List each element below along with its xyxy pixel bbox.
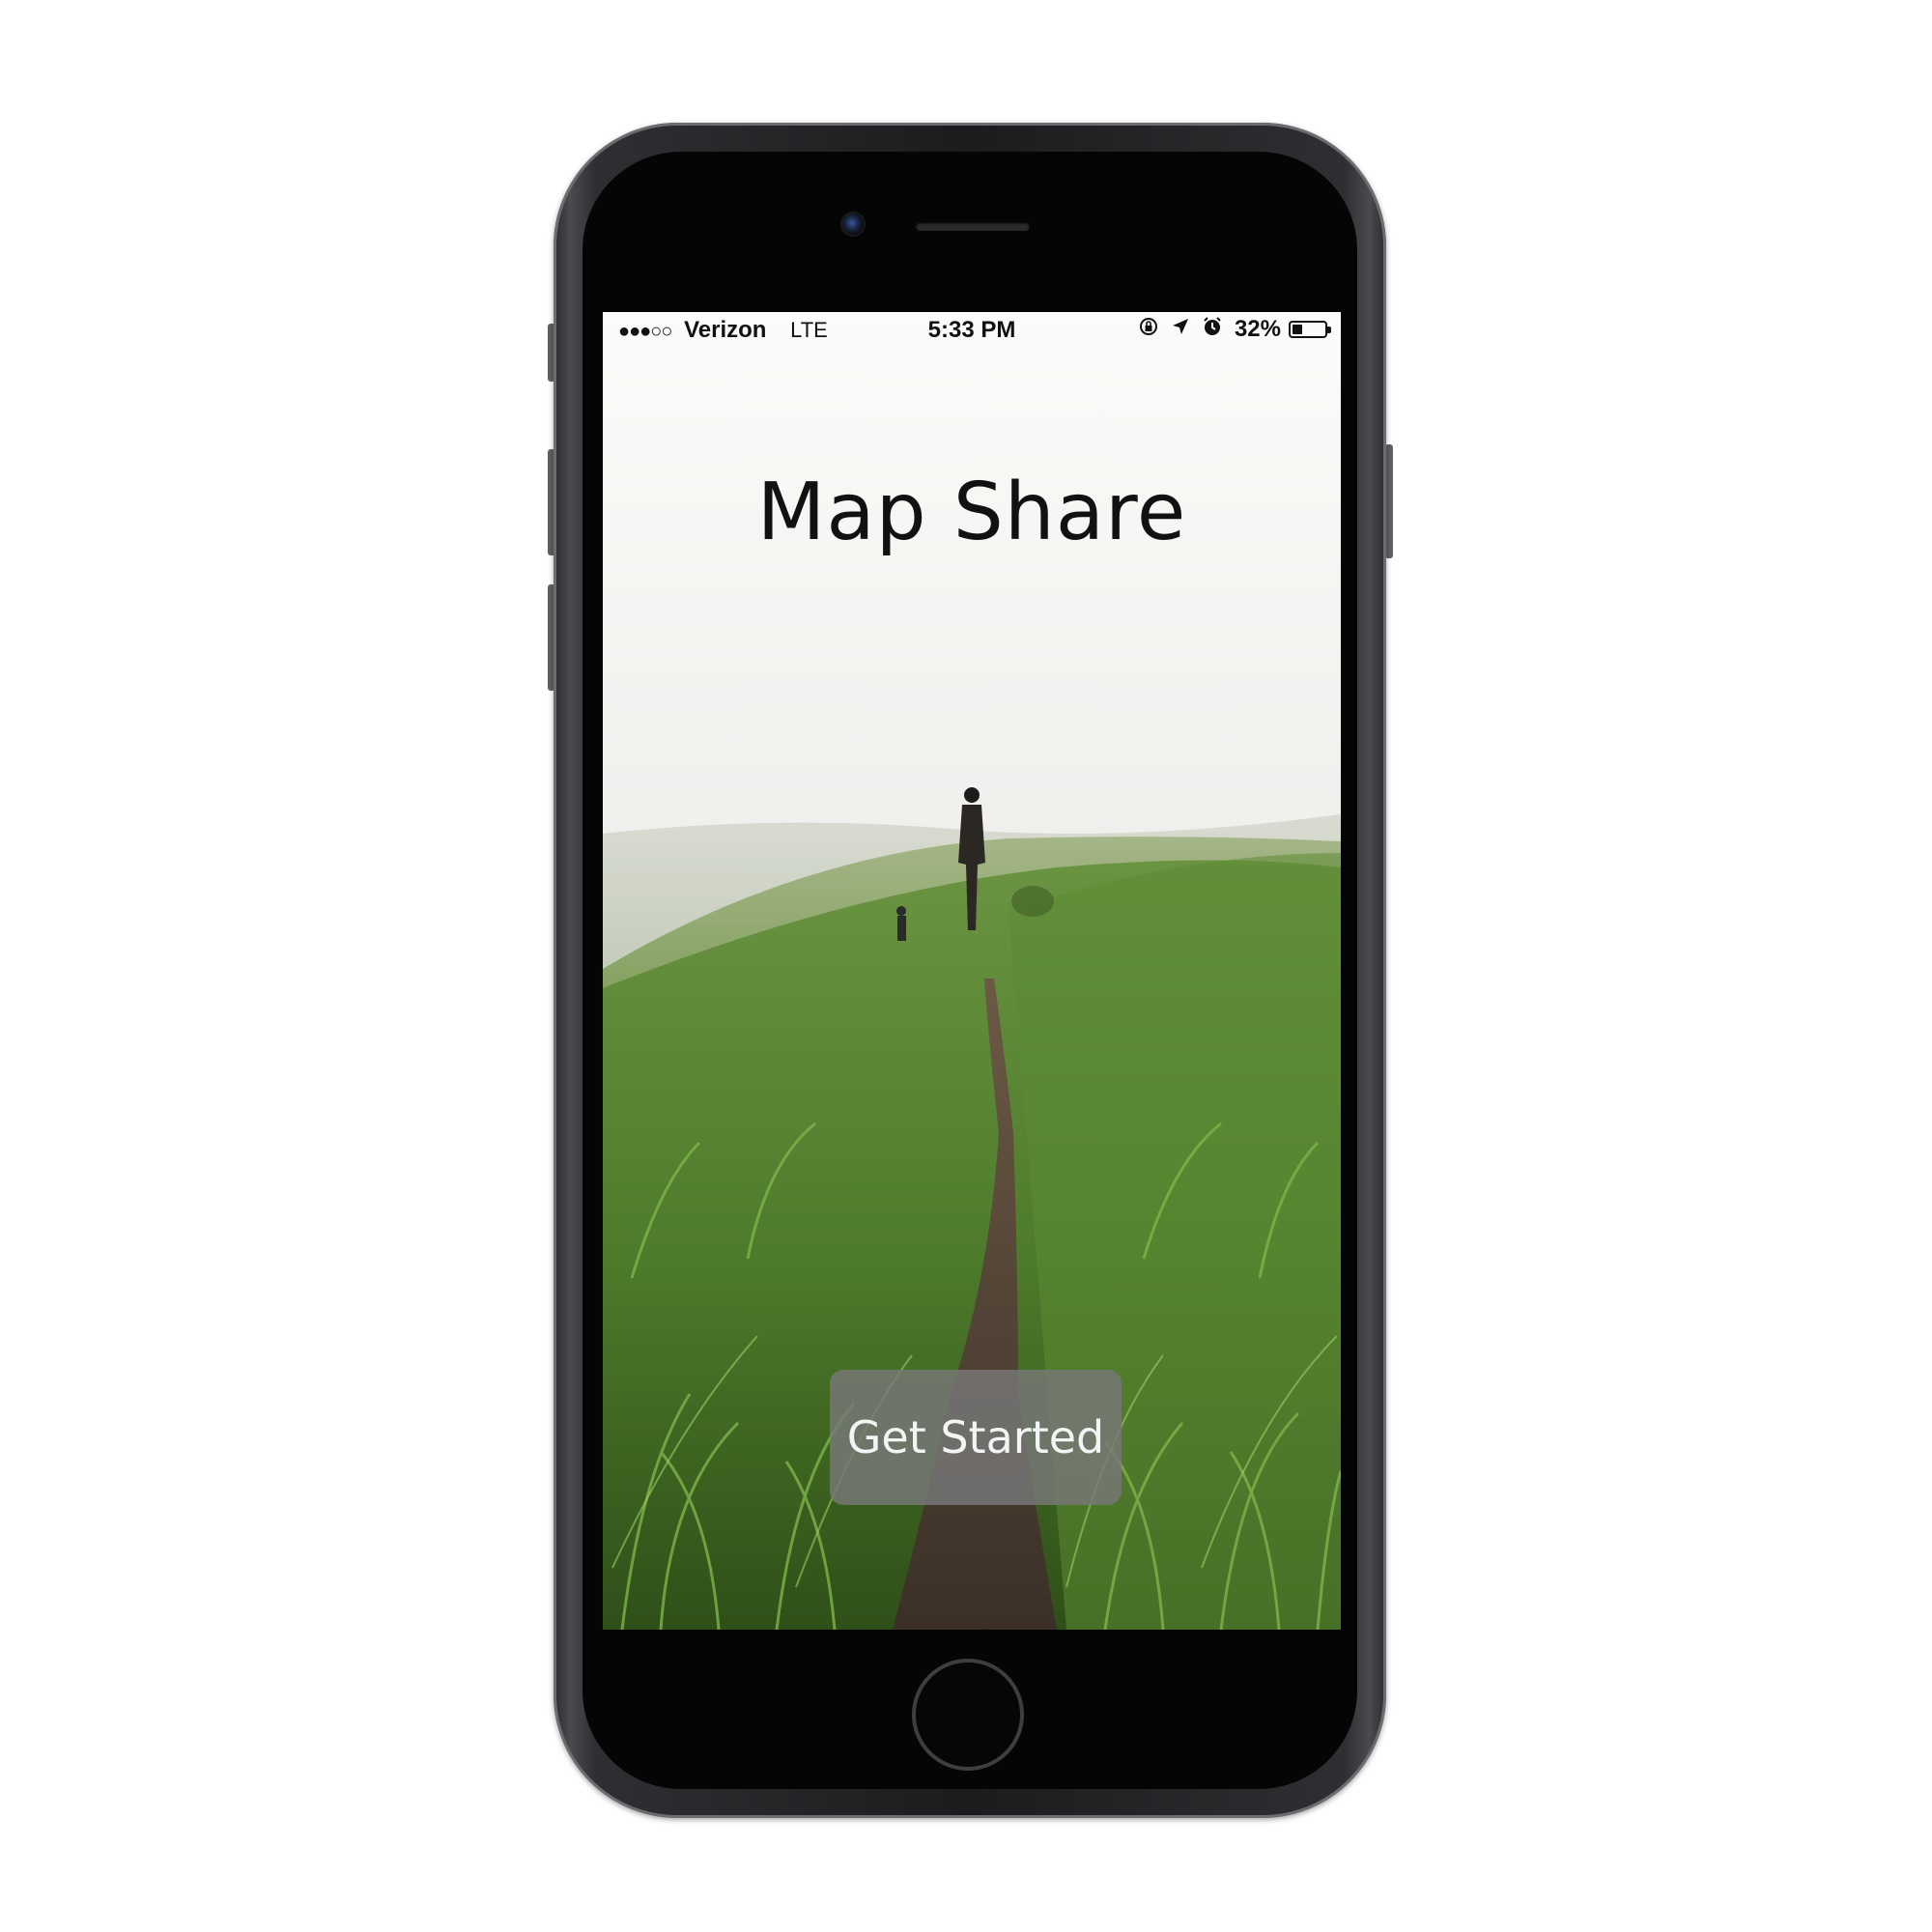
mockup-stage: ●●●○○ Verizon LTE 5:33 PM 32% Map Share …: [0, 0, 1932, 1932]
battery-level: [1293, 325, 1302, 334]
status-right: 32%: [1138, 316, 1331, 343]
front-camera-icon: [842, 213, 864, 235]
home-button: [912, 1659, 1024, 1771]
rotation-lock-icon: [1138, 316, 1159, 343]
battery-percent: 32%: [1234, 316, 1281, 342]
get-started-button[interactable]: Get Started: [830, 1370, 1122, 1505]
status-bar: ●●●○○ Verizon LTE 5:33 PM 32%: [603, 312, 1341, 351]
power-button: [1385, 444, 1393, 558]
phone-screen: ●●●○○ Verizon LTE 5:33 PM 32% Map Share …: [603, 312, 1341, 1630]
app-title: Map Share: [756, 467, 1187, 558]
earpiece-speaker: [916, 222, 1030, 231]
location-arrow-icon: [1171, 317, 1190, 342]
battery-nub: [1327, 327, 1331, 333]
alarm-clock-icon: [1202, 316, 1223, 343]
battery-icon: [1289, 321, 1331, 338]
